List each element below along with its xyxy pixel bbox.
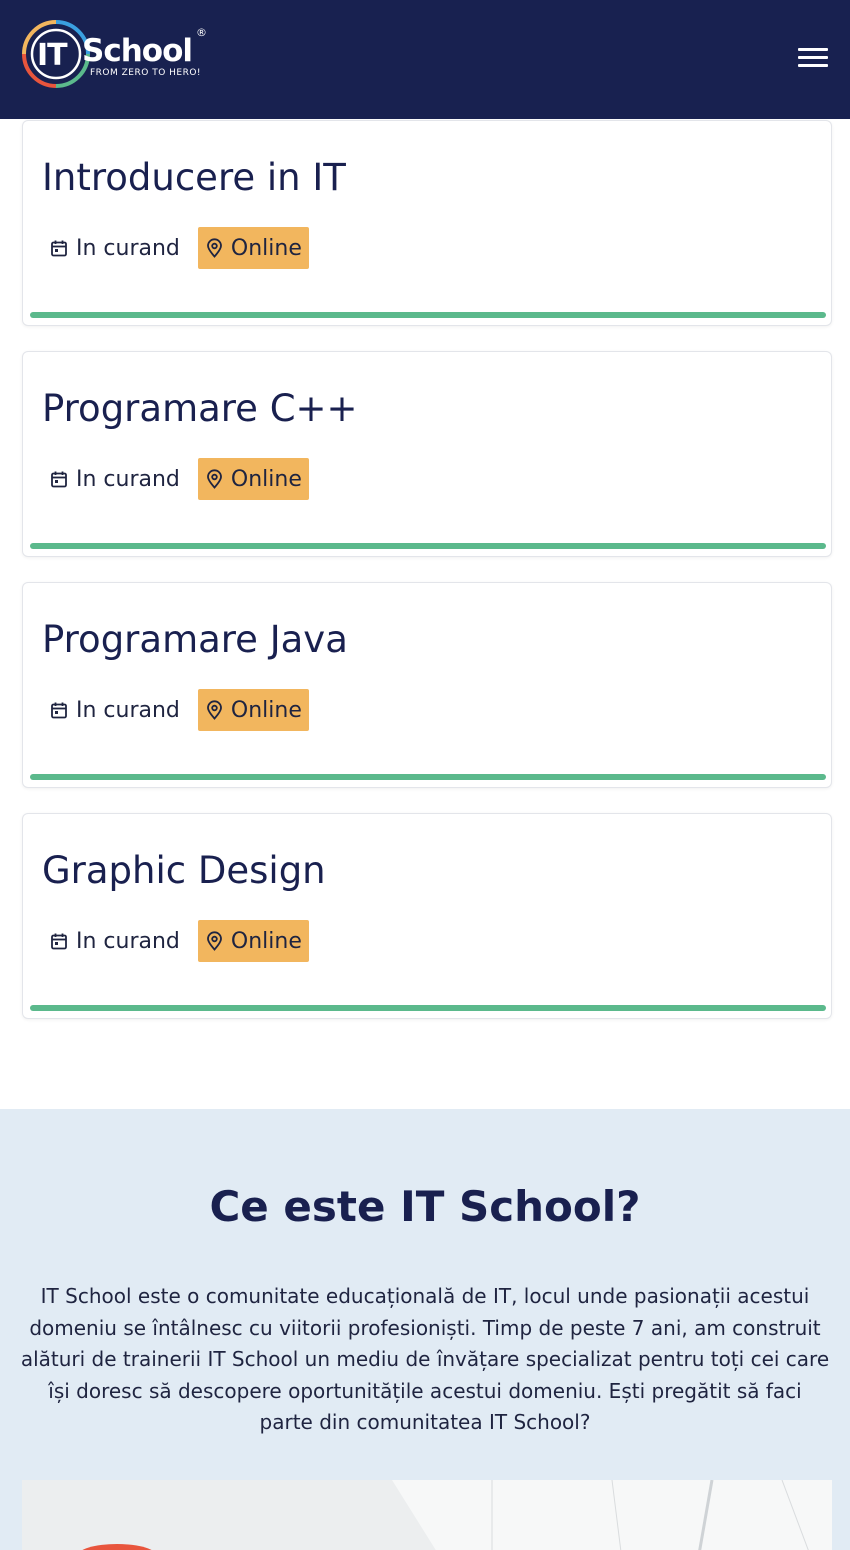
location-text: Online	[230, 697, 302, 723]
course-date: In curand	[42, 458, 180, 500]
calendar-icon	[51, 240, 67, 257]
course-title[interactable]: Programare Java	[42, 618, 348, 661]
location-text: Online	[230, 466, 302, 492]
site-header: IT School FROM ZERO TO HERO! ®	[0, 0, 850, 119]
course-date-text: In curand	[76, 235, 180, 261]
itschool-logo[interactable]: IT School FROM ZERO TO HERO! ®	[20, 18, 220, 90]
location-pin-icon	[207, 469, 222, 489]
course-title[interactable]: Graphic Design	[42, 849, 326, 892]
course-card[interactable]: Programare C++ In curand Online	[22, 351, 832, 557]
location-badge: Online	[197, 227, 309, 269]
course-card[interactable]: Programare Java In curand Online	[22, 582, 832, 788]
calendar-icon	[51, 933, 67, 950]
course-title[interactable]: Programare C++	[42, 387, 358, 430]
course-date-text: In curand	[76, 466, 180, 492]
location-text: Online	[230, 928, 302, 954]
classroom-photo	[22, 1480, 832, 1550]
course-meta: In curand Online	[42, 227, 309, 269]
card-accent-bar	[30, 774, 826, 780]
course-date: In curand	[42, 689, 180, 731]
location-pin-icon	[207, 931, 222, 951]
card-accent-bar	[30, 543, 826, 549]
course-meta: In curand Online	[42, 458, 309, 500]
hamburger-menu-icon[interactable]	[798, 46, 828, 68]
card-accent-bar	[30, 1005, 826, 1011]
location-text: Online	[230, 235, 302, 261]
calendar-icon	[51, 702, 67, 719]
logo-wordmark: School	[82, 33, 193, 69]
card-accent-bar	[30, 312, 826, 318]
course-card[interactable]: Introducere in IT In curand Online	[22, 120, 832, 326]
course-date: In curand	[42, 227, 180, 269]
about-description: IT School este o comunitate educațională…	[20, 1284, 830, 1434]
classroom-photo-graphic	[22, 1480, 832, 1550]
location-pin-icon	[207, 238, 222, 258]
about-section: Ce este IT School? IT School este o comu…	[0, 1109, 850, 1550]
logo-mark: IT	[37, 38, 68, 73]
course-card[interactable]: Graphic Design In curand Online	[22, 813, 832, 1019]
course-title[interactable]: Introducere in IT	[42, 156, 346, 199]
course-meta: In curand Online	[42, 920, 309, 962]
about-title: Ce este IT School?	[209, 1182, 641, 1231]
location-badge: Online	[197, 458, 309, 500]
logo-tagline: FROM ZERO TO HERO!	[90, 68, 202, 78]
registered-mark: ®	[196, 26, 207, 39]
location-badge: Online	[197, 920, 309, 962]
location-badge: Online	[197, 689, 309, 731]
course-date-text: In curand	[76, 697, 180, 723]
location-pin-icon	[207, 700, 222, 720]
calendar-icon	[51, 471, 67, 488]
course-date-text: In curand	[76, 928, 180, 954]
course-meta: In curand Online	[42, 689, 309, 731]
course-date: In curand	[42, 920, 180, 962]
